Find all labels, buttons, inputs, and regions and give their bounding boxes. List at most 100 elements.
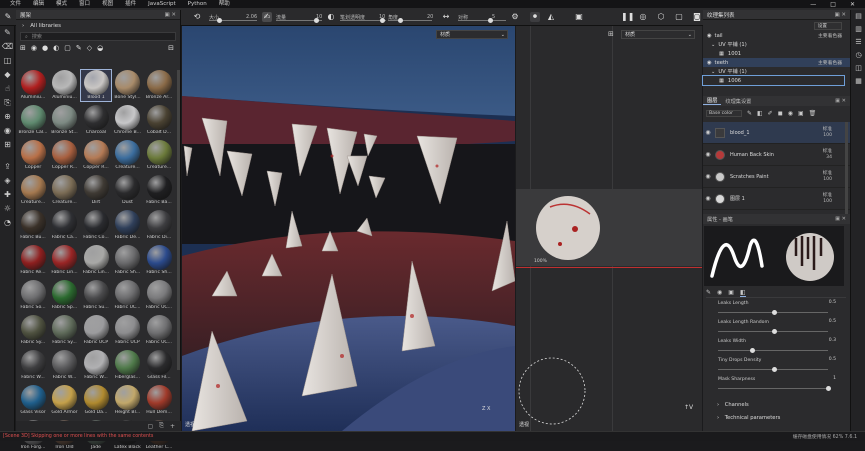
- plugins-icon[interactable]: ✚: [0, 188, 15, 202]
- material-thumbnail[interactable]: Creature...: [50, 175, 80, 206]
- menu-item[interactable]: Python: [182, 0, 213, 8]
- viewport-3d[interactable]: 材质 ⌄ Z X 透视: [182, 26, 515, 431]
- material-thumbnail[interactable]: Dust: [113, 175, 143, 206]
- pause-icon[interactable]: ❚❚: [621, 12, 634, 22]
- layer-row[interactable]: ◉ Scratches Paint 标准 100: [703, 166, 850, 188]
- material-thumbnail[interactable]: Fabric Sh...: [113, 245, 143, 276]
- material-thumbnail[interactable]: Fabric Co...: [81, 210, 111, 241]
- material-thumbnail[interactable]: Fabric UC...: [113, 280, 143, 311]
- render-icon[interactable]: ◎: [638, 12, 648, 22]
- param-slider-handle[interactable]: [826, 386, 831, 391]
- add-paint-layer-icon[interactable]: ✐: [768, 110, 773, 117]
- material-thumbnail[interactable]: Fabric Di...: [144, 210, 174, 241]
- projection-tool-icon[interactable]: ◫: [0, 54, 15, 68]
- layer-blend-opacity[interactable]: 标准 100: [823, 193, 832, 205]
- angle-value[interactable]: 20: [427, 11, 433, 23]
- uv-tiles-row[interactable]: ⌄ UV 平铺 (1): [703, 67, 850, 76]
- add-icon[interactable]: +: [170, 423, 175, 430]
- menu-item[interactable]: 窗口: [73, 0, 96, 8]
- size-slider[interactable]: [209, 18, 257, 23]
- material-thumbnail[interactable]: Charcoal: [81, 105, 111, 136]
- material-thumbnail[interactable]: Height Bl...: [113, 385, 143, 416]
- filter-brush-icon[interactable]: ✎: [76, 44, 82, 52]
- layer-blend-opacity[interactable]: 标准 34: [823, 149, 832, 161]
- extra-slider[interactable]: [458, 18, 506, 23]
- visibility-icon[interactable]: ◉: [703, 129, 713, 136]
- material-thumbnail[interactable]: Fabric Sy...: [18, 315, 48, 346]
- param-value[interactable]: 1: [833, 376, 836, 381]
- menu-item[interactable]: 文件: [4, 0, 27, 8]
- menu-item[interactable]: 编辑: [27, 0, 50, 8]
- viewport-2d-channel-dropdown[interactable]: 材质 ⌄: [621, 30, 695, 39]
- material-thumbnail[interactable]: Fabric Sp...: [50, 280, 80, 311]
- brush-tab-icon[interactable]: ✎: [706, 289, 711, 296]
- shelf-scrollbar[interactable]: [177, 70, 180, 370]
- symmetry-icon[interactable]: ↔: [441, 12, 451, 22]
- material-thumbnail[interactable]: Bronze St...: [50, 105, 80, 136]
- stencil-tab-icon[interactable]: ▣: [728, 289, 734, 296]
- visibility-icon[interactable]: ◉: [703, 151, 713, 158]
- flow-slider[interactable]: [276, 18, 322, 23]
- texture-set-item[interactable]: ◉ tail 主要着色器: [703, 31, 850, 40]
- filter-all-icon[interactable]: ⊞: [20, 44, 26, 52]
- filter-material-icon[interactable]: ●: [42, 44, 48, 52]
- material-thumbnail[interactable]: Fiberglas...: [113, 350, 143, 381]
- param-slider-handle[interactable]: [772, 310, 777, 315]
- material-thumbnail[interactable]: Creature...: [144, 140, 174, 171]
- grid-toggle-icon[interactable]: ⊞: [608, 30, 614, 38]
- layers-scrollbar[interactable]: [845, 122, 848, 214]
- material-thumbnail[interactable]: Fabric W...: [18, 350, 48, 381]
- material-thumbnail[interactable]: Fabric UCP: [113, 315, 143, 346]
- texture-set-settings-dropdown[interactable]: 设置: [813, 21, 842, 30]
- visibility-icon[interactable]: ◉: [703, 195, 713, 202]
- python-icon[interactable]: ◈: [0, 174, 15, 188]
- viewport-3d-channel-dropdown[interactable]: 材质 ⌄: [436, 30, 508, 39]
- menu-item[interactable]: 模式: [50, 0, 73, 8]
- geometry-mask-icon[interactable]: ◉: [0, 124, 15, 138]
- material-thumbnail[interactable]: Fabric UC...: [144, 315, 174, 346]
- material-thumbnail[interactable]: Chrome B...: [113, 105, 143, 136]
- rotate-icon[interactable]: ⟲: [192, 12, 202, 22]
- paint-brush-icon[interactable]: ✎: [3, 12, 13, 22]
- close-icon[interactable]: ▣ ✕: [835, 216, 850, 222]
- size-value[interactable]: 2.06: [246, 11, 257, 23]
- material-thumbnail[interactable]: Bone Styl...: [113, 70, 143, 101]
- display-settings-icon[interactable]: ☼: [0, 202, 15, 216]
- smudge-tool-icon[interactable]: ☝: [0, 82, 15, 96]
- add-folder-icon[interactable]: ▣: [798, 110, 804, 117]
- material-thumbnail[interactable]: Fabric UC...: [144, 280, 174, 311]
- pressure-icon[interactable]: ◐: [326, 12, 336, 22]
- filter-mask-icon[interactable]: ◐: [53, 44, 59, 52]
- clone-tool-icon[interactable]: ⎘: [0, 96, 15, 110]
- channels-section[interactable]: › Channels: [717, 402, 749, 408]
- settings-icon[interactable]: ⚙: [510, 12, 520, 22]
- uv-tile-row[interactable]: ▦ 1001: [703, 49, 850, 58]
- visibility-icon[interactable]: ◉: [707, 33, 712, 39]
- history-icon[interactable]: ◷: [851, 49, 865, 62]
- technical-parameters-section[interactable]: › Technical parameters: [717, 415, 780, 421]
- picker-tool-icon[interactable]: ⊕: [0, 110, 15, 124]
- menu-item[interactable]: JavaScript: [142, 0, 182, 8]
- param-slider-handle[interactable]: [750, 348, 756, 353]
- material-thumbnail[interactable]: Blood 1: [80, 69, 112, 102]
- material-thumbnail[interactable]: Fabric Su...: [81, 280, 111, 311]
- shader-settings-icon[interactable]: ◔: [0, 216, 15, 230]
- visibility-icon[interactable]: ◉: [707, 60, 712, 66]
- stroke-opacity-slider[interactable]: [340, 18, 386, 23]
- material-thumbnail[interactable]: Aluminiu...: [18, 70, 48, 101]
- material-thumbnail[interactable]: Hull Dem...: [144, 385, 174, 416]
- material-thumbnail[interactable]: Glass Fil...: [144, 350, 174, 381]
- brush-tool-icon[interactable]: ✎: [0, 26, 15, 40]
- menu-item[interactable]: 视图: [96, 0, 119, 8]
- add-effect-icon[interactable]: ✎: [747, 110, 752, 117]
- camera-icon[interactable]: ◙: [692, 12, 702, 22]
- texture-set-list-icon[interactable]: ▤: [851, 10, 865, 23]
- uv-tiles-row[interactable]: ⌄ UV 平铺 (1): [703, 40, 850, 49]
- layer-row[interactable]: ◉ 图层 1 标准 100: [703, 188, 850, 210]
- close-icon[interactable]: ▣ ✕: [834, 12, 850, 18]
- material-thumbnail[interactable]: Fabric Lin...: [81, 245, 111, 276]
- material-thumbnail[interactable]: Bronze Ar...: [144, 70, 174, 101]
- gizmo-icon[interactable]: ⬡: [656, 12, 666, 22]
- filter-texture-icon[interactable]: ▢: [64, 44, 71, 52]
- param-value[interactable]: 0.5: [829, 300, 836, 305]
